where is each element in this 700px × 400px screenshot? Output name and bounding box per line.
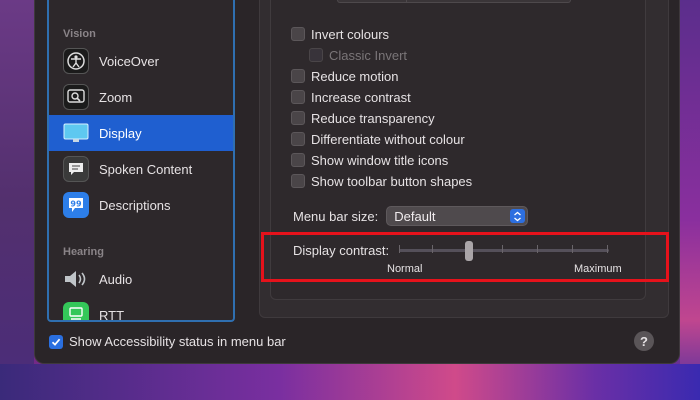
checkbox-label: Increase contrast <box>311 89 411 105</box>
reduce-transparency-checkbox[interactable]: Reduce transparency <box>291 110 435 126</box>
show-toolbar-button-shapes-checkbox[interactable]: Show toolbar button shapes <box>291 173 472 189</box>
checkbox-label: Invert colours <box>311 26 390 42</box>
sidebar-item-spoken-content[interactable]: Spoken Content <box>49 151 233 187</box>
checkbox-label: Show window title icons <box>311 152 449 168</box>
checkbox-box[interactable] <box>291 111 305 125</box>
display-contrast-highlight-box <box>261 232 669 282</box>
sidebar-item-label: Spoken Content <box>99 161 193 177</box>
show-window-title-icons-checkbox[interactable]: Show window title icons <box>291 152 448 168</box>
help-button[interactable]: ? <box>634 331 654 351</box>
sidebar-item-label: Display <box>99 125 142 141</box>
checkbox-box[interactable] <box>291 69 305 83</box>
sidebar: Vision VoiceOver Zoom Display Spoken Con… <box>47 0 235 322</box>
checkbox-box[interactable] <box>291 132 305 146</box>
sidebar-item-label: VoiceOver <box>99 53 159 69</box>
menu-bar-size-label: Menu bar size: <box>293 208 379 224</box>
checkbox-box[interactable] <box>291 174 305 188</box>
reduce-motion-checkbox[interactable]: Reduce motion <box>291 68 398 84</box>
sidebar-item-display[interactable]: Display <box>49 115 233 151</box>
menu-bar-size-popup[interactable]: Default <box>386 206 529 226</box>
checkbox-box[interactable] <box>291 27 305 41</box>
increase-contrast-checkbox[interactable]: Increase contrast <box>291 89 411 105</box>
classic-invert-checkbox[interactable]: Classic Invert <box>309 47 407 63</box>
sidebar-item-zoom[interactable]: Zoom <box>49 79 233 115</box>
invert-colours-checkbox[interactable]: Invert colours <box>291 26 389 42</box>
descriptions-icon: 99 <box>63 192 89 218</box>
tab-bar <box>337 0 571 3</box>
desktop-wallpaper-left <box>0 0 34 400</box>
checkmark-icon[interactable] <box>49 334 63 349</box>
sidebar-section-vision: Vision <box>63 28 96 40</box>
checkbox-box[interactable] <box>291 90 305 104</box>
show-accessibility-status-checkbox[interactable]: Show Accessibility status in menu bar <box>49 334 286 349</box>
checkbox-box[interactable] <box>309 48 323 62</box>
svg-text:99: 99 <box>70 200 82 209</box>
checkbox-label: Differentiate without colour <box>311 131 465 147</box>
sidebar-item-voiceover[interactable]: VoiceOver <box>49 43 233 79</box>
sidebar-item-descriptions[interactable]: 99 Descriptions <box>49 187 233 223</box>
menu-bar-size-value: Default <box>394 208 436 224</box>
rtt-icon <box>63 302 89 320</box>
display-icon <box>63 120 89 146</box>
checkbox-label: Reduce motion <box>311 68 399 84</box>
sidebar-item-label: Zoom <box>99 89 133 105</box>
sidebar-item-label: Descriptions <box>99 197 171 213</box>
sidebar-item-label: Audio <box>99 271 133 287</box>
checkbox-label: Show Accessibility status in menu bar <box>69 334 286 349</box>
menu-bar-size-row: Menu bar size: Default <box>293 206 529 226</box>
audio-icon <box>63 266 89 292</box>
spoken-content-icon <box>63 156 89 182</box>
differentiate-without-colour-checkbox[interactable]: Differentiate without colour <box>291 131 465 147</box>
accessibility-preferences-window: Vision VoiceOver Zoom Display Spoken Con… <box>34 0 680 364</box>
checkbox-label: Show toolbar button shapes <box>311 173 473 189</box>
checkbox-box[interactable] <box>291 153 305 167</box>
sidebar-section-hearing: Hearing <box>63 246 104 258</box>
sidebar-item-label: RTT <box>99 307 125 322</box>
chevron-updown-icon <box>510 209 526 223</box>
checkbox-label: Reduce transparency <box>311 110 435 126</box>
sidebar-item-rtt[interactable]: RTT <box>49 297 233 322</box>
voiceover-icon <box>63 48 89 74</box>
desktop-wallpaper-bottom <box>0 364 700 400</box>
zoom-icon <box>63 84 89 110</box>
checkbox-label: Classic Invert <box>329 47 408 63</box>
desktop-wallpaper-right <box>680 0 700 400</box>
sidebar-item-audio[interactable]: Audio <box>49 261 233 297</box>
